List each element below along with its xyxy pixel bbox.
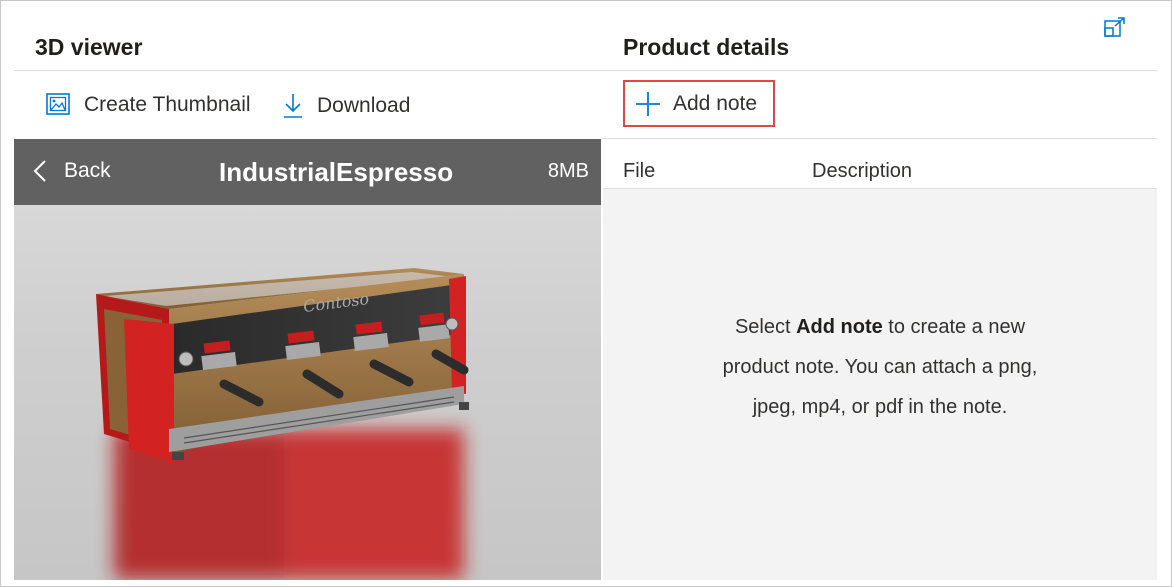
- back-label: Back: [64, 159, 111, 182]
- add-note-label: Add note: [673, 91, 758, 115]
- create-thumbnail-button[interactable]: Create Thumbnail: [46, 93, 251, 117]
- empty-message-bold: Add note: [796, 316, 883, 338]
- download-button[interactable]: Download: [283, 93, 410, 119]
- espresso-machine-model[interactable]: Contoso: [74, 254, 494, 580]
- empty-state-message: Select Add note to create a new product …: [705, 307, 1055, 427]
- header-divider: [14, 70, 1157, 71]
- model-name: IndustrialEspresso: [219, 157, 454, 187]
- add-note-button[interactable]: Add note: [623, 80, 775, 127]
- plus-icon: [636, 91, 660, 116]
- chevron-left-icon: [33, 160, 46, 182]
- column-header-file[interactable]: File: [623, 160, 655, 183]
- download-icon: [284, 94, 302, 118]
- back-button[interactable]: Back: [32, 159, 111, 183]
- viewer-header: Back IndustrialEspresso 8MB: [14, 139, 601, 205]
- toolbar-divider: [603, 138, 1157, 139]
- image-icon: [46, 93, 70, 115]
- empty-message-prefix: Select: [734, 316, 797, 338]
- viewer-title: 3D viewer: [35, 34, 143, 60]
- expand-icon[interactable]: [1104, 17, 1126, 37]
- download-label: Download: [317, 94, 411, 117]
- column-header-description[interactable]: Description: [812, 160, 912, 183]
- model-size: 8MB: [547, 160, 589, 182]
- create-thumbnail-label: Create Thumbnail: [84, 93, 251, 116]
- product-details-title: Product details: [623, 34, 790, 60]
- 3d-viewer[interactable]: Back IndustrialEspresso 8MB Contoso: [14, 139, 601, 580]
